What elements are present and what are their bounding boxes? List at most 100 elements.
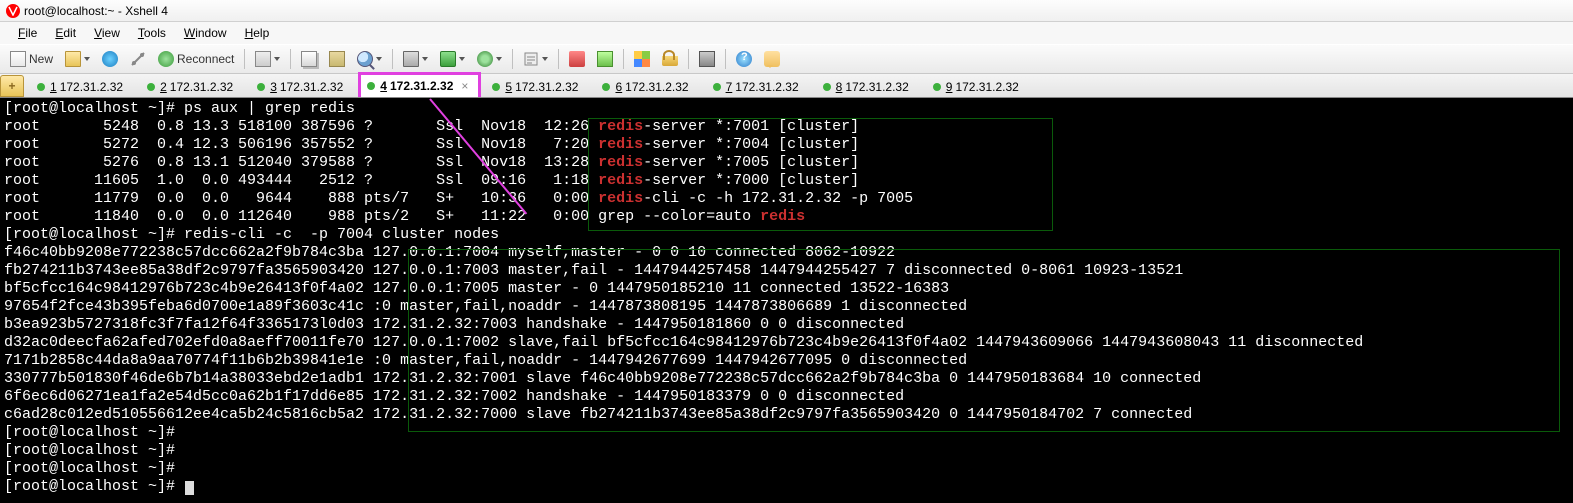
disconnect-icon xyxy=(130,51,146,67)
terminal-line: fb274211b3743ee85a38df2c9797fa3565903420… xyxy=(4,262,1569,280)
session-tab-5[interactable]: 5172.31.2.32 xyxy=(483,75,591,97)
tab-label: 172.31.2.32 xyxy=(845,80,908,94)
globe-icon xyxy=(477,51,493,67)
lock-button[interactable] xyxy=(657,48,683,70)
tab-number: 1 xyxy=(50,80,57,94)
find-icon xyxy=(357,51,373,67)
connect-button[interactable] xyxy=(97,48,123,70)
terminal-line: c6ad28c012ed510556612ee4ca5b24c5816cb5a2… xyxy=(4,406,1569,424)
script-button[interactable] xyxy=(518,48,553,70)
terminal-line: root 5248 0.8 13.3 518100 387596 ? Ssl N… xyxy=(4,118,1569,136)
tab-label: 172.31.2.32 xyxy=(60,80,123,94)
plus-icon: + xyxy=(8,79,15,93)
about-button[interactable] xyxy=(759,48,785,70)
status-dot-icon xyxy=(713,83,721,91)
tab-label: 172.31.2.32 xyxy=(735,80,798,94)
terminal-line: [root@localhost ~]# xyxy=(4,460,1569,478)
paste-icon xyxy=(329,51,345,67)
disconnect-button[interactable] xyxy=(125,48,151,70)
status-dot-icon xyxy=(367,82,375,90)
lock-icon xyxy=(662,56,678,66)
session-tab-6[interactable]: 6172.31.2.32 xyxy=(593,75,701,97)
terminal-line: [root@localhost ~]# xyxy=(4,442,1569,460)
session-tab-8[interactable]: 8172.31.2.32 xyxy=(814,75,922,97)
language-button[interactable] xyxy=(472,48,507,70)
menu-edit[interactable]: Edit xyxy=(47,24,84,42)
properties-icon xyxy=(255,51,271,67)
tab-label: 172.31.2.32 xyxy=(625,80,688,94)
tab-number: 5 xyxy=(505,80,512,94)
tab-label: 172.31.2.32 xyxy=(280,80,343,94)
terminal-line: root 11779 0.0 0.0 9644 888 pts/7 S+ 10:… xyxy=(4,190,1569,208)
terminal-line: root 5276 0.8 13.1 512040 379588 ? Ssl N… xyxy=(4,154,1569,172)
window-title: root@localhost:~ - Xshell 4 xyxy=(24,4,168,18)
copy-icon xyxy=(301,51,317,67)
copy-button[interactable] xyxy=(296,48,322,70)
menu-help[interactable]: Help xyxy=(237,24,278,42)
status-dot-icon xyxy=(147,83,155,91)
print-button[interactable] xyxy=(398,48,433,70)
tab-number: 2 xyxy=(160,80,167,94)
status-dot-icon xyxy=(823,83,831,91)
tab-label: 172.31.2.32 xyxy=(515,80,578,94)
paste-button[interactable] xyxy=(324,48,350,70)
new-button[interactable]: New xyxy=(5,48,58,70)
help-button[interactable]: ? xyxy=(731,48,757,70)
tab-number: 6 xyxy=(615,80,622,94)
terminal-line: 6f6ec6d06271ea1fa2e54d5cc0a62b1f17dd6e85… xyxy=(4,388,1569,406)
terminal-line: [root@localhost ~]# xyxy=(4,424,1569,442)
terminal-line: d32ac0deecfa62afed702efd0a8aeff70011fe70… xyxy=(4,334,1569,352)
tab-label: 172.31.2.32 xyxy=(170,80,233,94)
cascade-button[interactable] xyxy=(694,48,720,70)
terminal-cursor xyxy=(185,481,194,495)
add-tab-button[interactable]: + xyxy=(0,75,24,97)
new-label: New xyxy=(29,52,53,66)
status-dot-icon xyxy=(933,83,941,91)
terminal-line: root 11605 1.0 0.0 493444 2512 ? Ssl 09:… xyxy=(4,172,1569,190)
session-tab-7[interactable]: 7172.31.2.32 xyxy=(704,75,812,97)
cascade-icon xyxy=(699,51,715,67)
xftp-icon xyxy=(597,51,613,67)
start-log-button[interactable] xyxy=(564,48,590,70)
session-tab-4[interactable]: 4172.31.2.32 xyxy=(358,72,481,97)
xftp-button[interactable] xyxy=(592,48,618,70)
session-tab-9[interactable]: 9172.31.2.32 xyxy=(924,75,1032,97)
menu-view[interactable]: View xyxy=(86,24,128,42)
tab-number: 4 xyxy=(380,79,387,93)
tile-icon xyxy=(634,51,650,67)
session-tab-2[interactable]: 2172.31.2.32 xyxy=(138,75,246,97)
app-icon xyxy=(6,4,20,18)
menu-bar: File Edit View Tools Window Help xyxy=(0,22,1573,44)
menu-window[interactable]: Window xyxy=(176,24,235,42)
session-tab-1[interactable]: 1172.31.2.32 xyxy=(28,75,136,97)
open-button[interactable] xyxy=(60,48,95,70)
reconnect-button[interactable]: Reconnect xyxy=(153,48,239,70)
tab-number: 3 xyxy=(270,80,277,94)
terminal-line: b3ea923b5727318fc3f7fa12f64f3365173l0d03… xyxy=(4,316,1569,334)
find-button[interactable] xyxy=(352,48,387,70)
menu-file[interactable]: File xyxy=(10,24,45,42)
script-icon xyxy=(523,51,539,67)
terminal-line: root 5272 0.4 12.3 506196 357552 ? Ssl N… xyxy=(4,136,1569,154)
color-scheme-button[interactable] xyxy=(435,48,470,70)
terminal-line: f46c40bb9208e772238c57dcc662a2f9b784c3ba… xyxy=(4,244,1569,262)
new-icon xyxy=(10,51,26,67)
reconnect-label: Reconnect xyxy=(177,52,234,66)
terminal-line: bf5cfcc164c98412976b723c4b9e26413f0f4a02… xyxy=(4,280,1569,298)
session-tab-3[interactable]: 3172.31.2.32 xyxy=(248,75,356,97)
tab-number: 8 xyxy=(836,80,843,94)
properties-button[interactable] xyxy=(250,48,285,70)
menu-tools[interactable]: Tools xyxy=(130,24,174,42)
reconnect-icon xyxy=(158,51,174,67)
terminal[interactable]: [root@localhost ~]# ps aux | grep redisr… xyxy=(0,98,1573,503)
connect-icon xyxy=(102,51,118,67)
terminal-line: 330777b501830f46de6b7b14a38033ebd2e1adb1… xyxy=(4,370,1569,388)
terminal-line: root 11840 0.0 0.0 112640 988 pts/2 S+ 1… xyxy=(4,208,1569,226)
terminal-line: 97654f2fce43b395feba6d0700e1a89f3603c41c… xyxy=(4,298,1569,316)
tab-number: 7 xyxy=(726,80,733,94)
help-icon: ? xyxy=(736,51,752,67)
tab-label: 172.31.2.32 xyxy=(955,80,1018,94)
tile-button[interactable] xyxy=(629,48,655,70)
bubble-icon xyxy=(764,51,780,67)
status-dot-icon xyxy=(37,83,45,91)
